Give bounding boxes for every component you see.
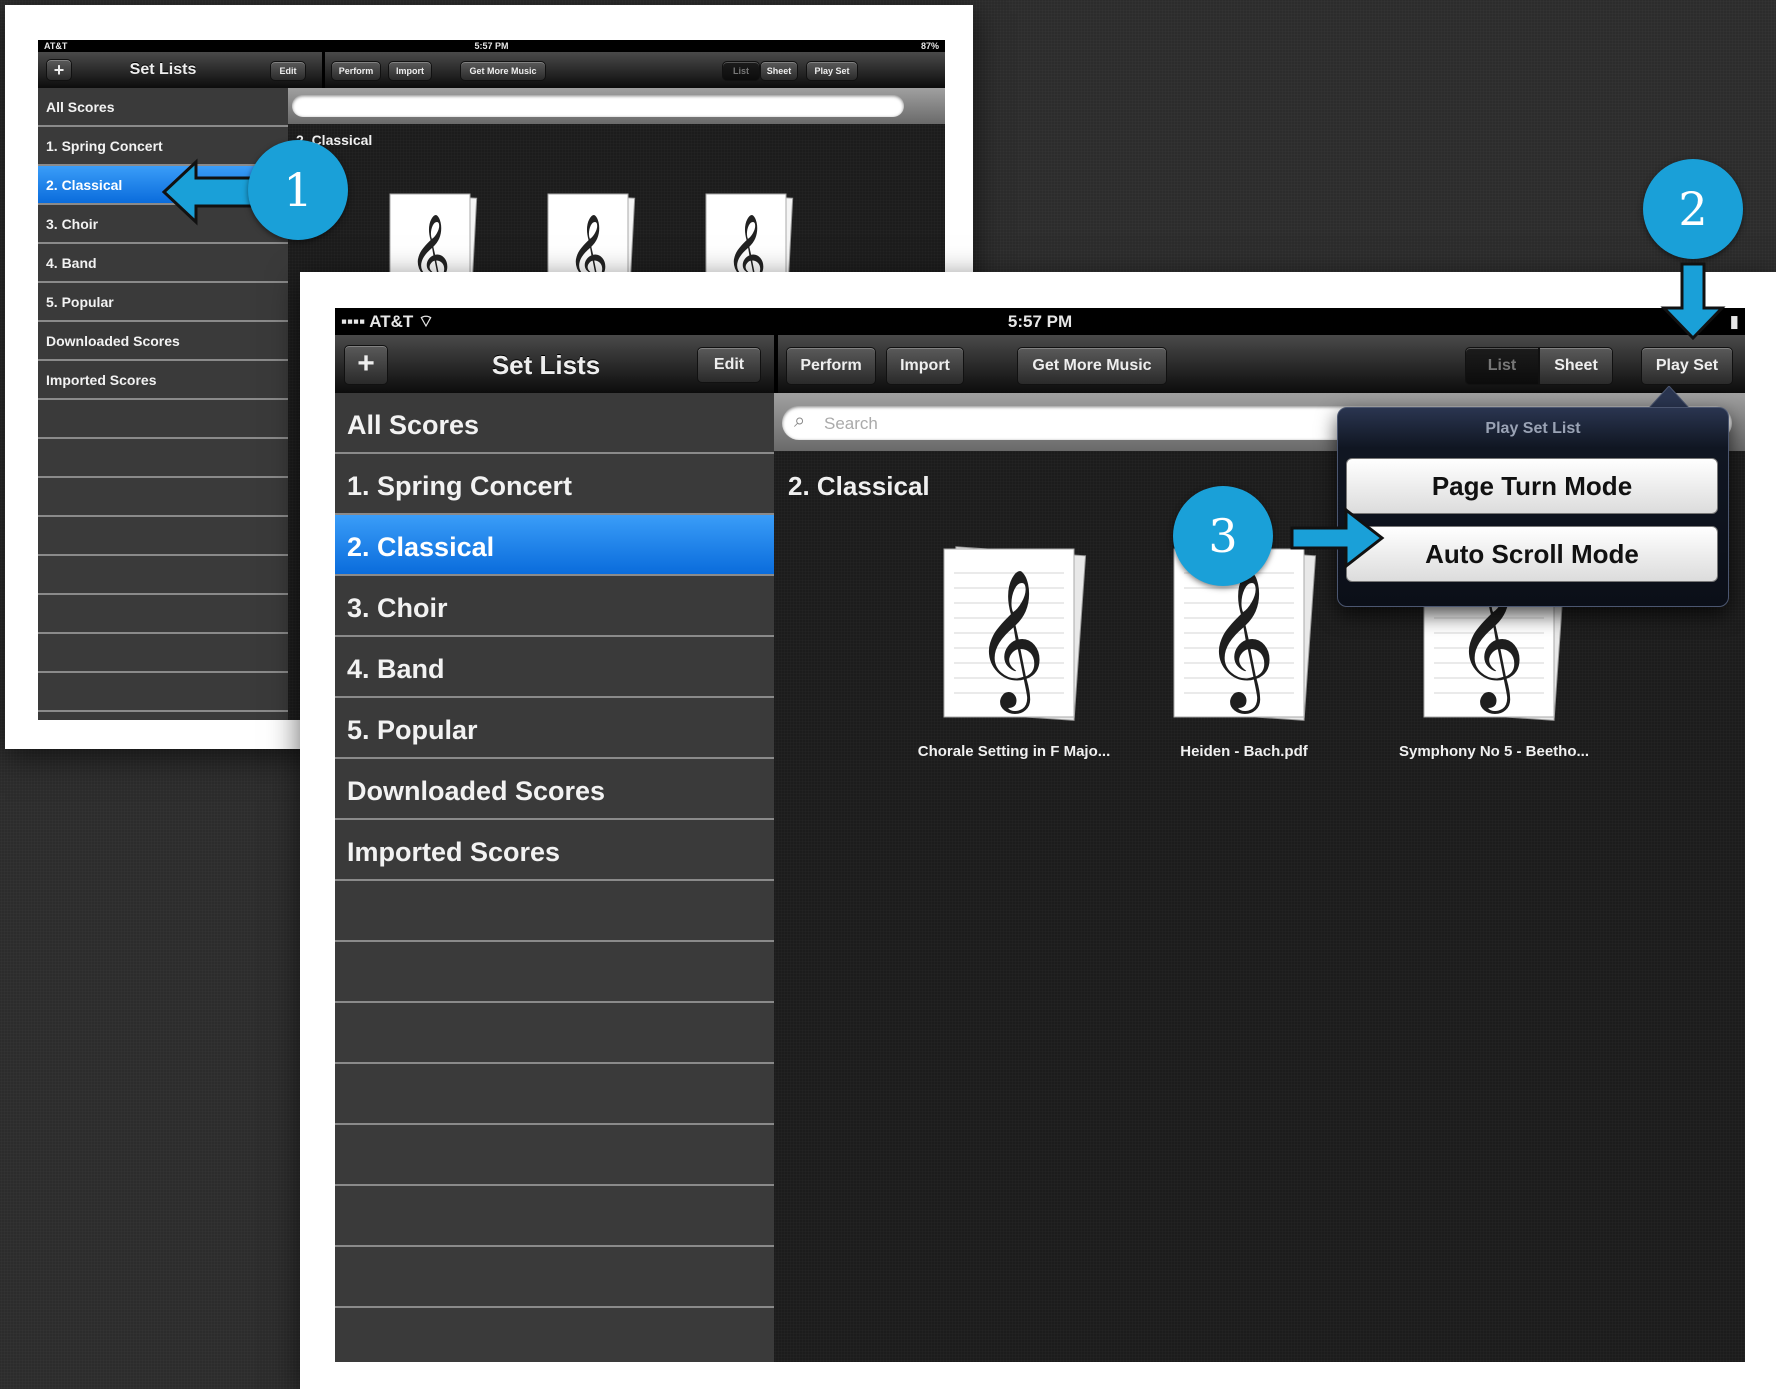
nav-bar: + Set Lists Edit Perform Import Get More… [335, 335, 1745, 394]
sidebar-item-choir[interactable]: 3. Choir [335, 576, 774, 637]
small-edit-button[interactable]: Edit [270, 61, 306, 81]
status-time: 5:57 PM [1007, 312, 1073, 331]
small-empty-row [38, 400, 288, 439]
small-sidebar-item[interactable]: Downloaded Scores [38, 322, 288, 361]
score-title: Chorale Setting in F Majo... [917, 743, 1111, 760]
perform-button[interactable]: Perform [786, 347, 876, 385]
popover-pointer [1649, 386, 1689, 408]
popover-title: Play Set List [1485, 420, 1581, 437]
sidebar-item-band[interactable]: 4. Band [335, 637, 774, 698]
small-search-bar [288, 88, 945, 124]
sidebar-item-classical[interactable]: 2. Classical [335, 515, 774, 576]
small-nav-divider [322, 52, 325, 88]
small-sidebar-item[interactable]: 4. Band [38, 244, 288, 283]
sheet-segment-tab[interactable]: Sheet [1539, 347, 1613, 385]
small-empty-row [38, 556, 288, 595]
small-empty-row [38, 517, 288, 556]
small-sidebar-item[interactable]: Imported Scores [38, 361, 288, 400]
small-search-field[interactable] [292, 95, 904, 117]
play-set-button[interactable]: Play Set [1641, 347, 1733, 385]
small-list-segment[interactable]: List [722, 61, 760, 81]
callout-2-badge: 2 [1643, 159, 1743, 259]
svg-text:𝄞: 𝄞 [1205, 569, 1276, 714]
small-empty-row [38, 478, 288, 517]
nav-divider [774, 335, 778, 393]
empty-row [335, 1308, 774, 1362]
sidebar-item-spring-concert[interactable]: 1. Spring Concert [335, 454, 774, 515]
empty-row [335, 1125, 774, 1186]
small-get-more-button[interactable]: Get More Music [460, 61, 546, 81]
empty-row [335, 1186, 774, 1247]
sidebar-item-all-scores[interactable]: All Scores [335, 393, 774, 454]
empty-row [335, 1064, 774, 1125]
small-empty-row [38, 595, 288, 634]
small-sheet-segment[interactable]: Sheet [760, 61, 798, 81]
play-set-popover: Play Set List Page Turn Mode Auto Scroll… [1337, 407, 1729, 607]
callout-1-badge: 1 [248, 140, 348, 240]
callout-3-badge: 3 [1173, 486, 1273, 586]
small-sidebar-item[interactable]: All Scores [38, 88, 288, 127]
setlist-sidebar: All Scores 1. Spring Concert 2. Classica… [335, 393, 774, 1362]
small-empty-row [38, 634, 288, 673]
edit-button[interactable]: Edit [697, 347, 761, 383]
svg-text:𝄞: 𝄞 [975, 569, 1046, 714]
list-segment-tab[interactable]: List [1465, 347, 1539, 385]
page-turn-mode-button[interactable]: Page Turn Mode [1346, 458, 1718, 514]
small-nav-bar: + Set Lists Edit Perform Import Get More… [38, 52, 945, 89]
empty-row [335, 881, 774, 942]
battery-icon: ▮ [1729, 312, 1739, 331]
small-empty-row [38, 673, 288, 712]
search-placeholder: Search [824, 414, 878, 433]
main-screenshot-frame: ▪▪▪▪ AT&T ⌔ 5:57 PM ▮ + Set Lists Edit P… [300, 272, 1776, 1389]
small-battery: 87% [920, 41, 939, 51]
setlists-title: Set Lists [491, 350, 601, 380]
small-empty-row [38, 439, 288, 478]
sidebar-item-popular[interactable]: 5. Popular [335, 698, 774, 759]
small-nav-title: Set Lists [129, 61, 197, 78]
empty-row [335, 1247, 774, 1308]
import-button[interactable]: Import [886, 347, 964, 385]
status-bar: ▪▪▪▪ AT&T ⌔ 5:57 PM ▮ [335, 308, 1745, 335]
small-play-set-button[interactable]: Play Set [806, 61, 858, 81]
small-time: 5:57 PM [474, 41, 509, 51]
sidebar-item-downloaded-scores[interactable]: Downloaded Scores [335, 759, 774, 820]
get-more-music-button[interactable]: Get More Music [1017, 347, 1167, 385]
small-status-bar: AT&T 5:57 PM 87% [38, 40, 945, 52]
auto-scroll-mode-button[interactable]: Auto Scroll Mode [1346, 526, 1718, 582]
section-title: 2. Classical [788, 471, 930, 501]
add-setlist-button[interactable]: + [344, 345, 388, 385]
small-sidebar-item[interactable]: 5. Popular [38, 283, 288, 322]
callout-1-arrow-icon [161, 158, 254, 226]
empty-row [335, 1003, 774, 1064]
empty-row [335, 942, 774, 1003]
score-title: Heiden - Bach.pdf [1180, 743, 1308, 760]
sidebar-item-imported-scores[interactable]: Imported Scores [335, 820, 774, 881]
score-sheet-icon: 𝄞 [943, 546, 1087, 721]
small-add-button[interactable]: + [46, 59, 72, 81]
main-screen: ▪▪▪▪ AT&T ⌔ 5:57 PM ▮ + Set Lists Edit P… [335, 308, 1745, 1362]
callout-2-arrow-icon [1660, 262, 1726, 341]
score-title: Symphony No 5 - Beetho... [1398, 743, 1590, 760]
score-item[interactable]: 𝄞 Chorale Setting in F Majo... [884, 543, 1144, 763]
search-icon: ⌕ [794, 410, 806, 432]
callout-3-arrow-icon [1290, 506, 1385, 570]
small-import-button[interactable]: Import [388, 61, 432, 81]
small-perform-button[interactable]: Perform [331, 61, 381, 81]
